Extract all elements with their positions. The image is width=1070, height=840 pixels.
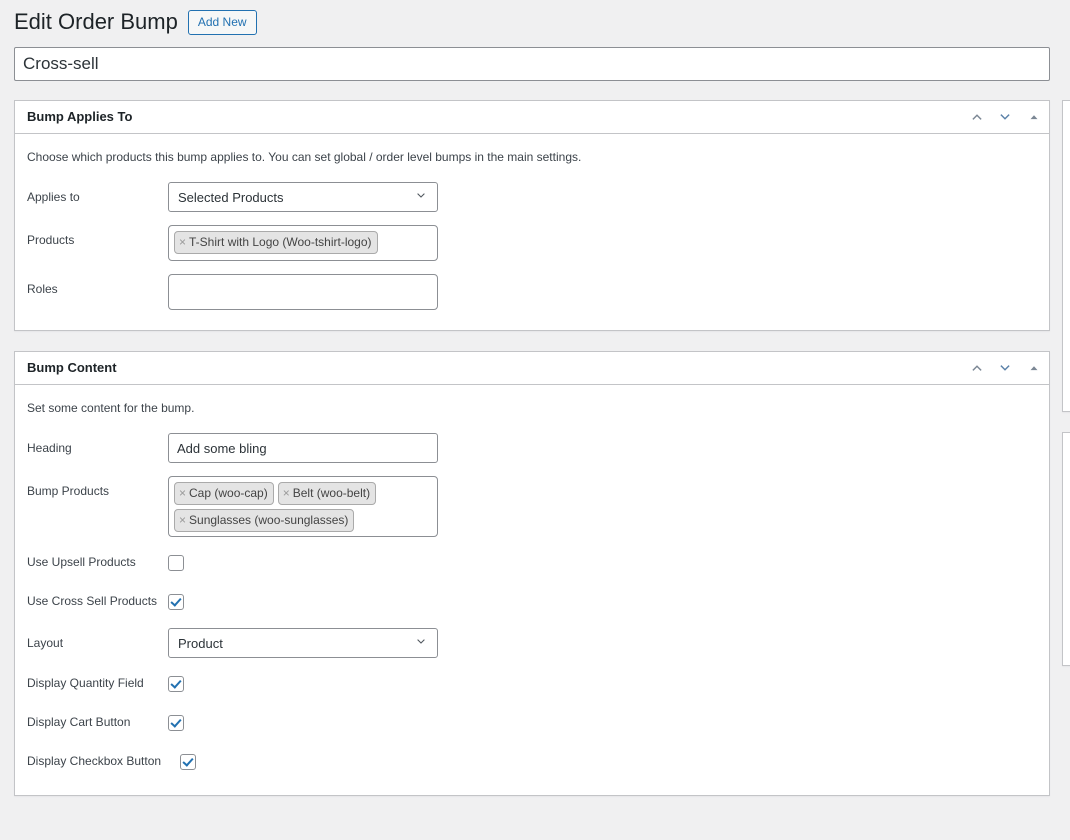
panel-description: Choose which products this bump applies …: [27, 150, 582, 164]
field-label-applies-to: Applies to: [27, 190, 80, 204]
token-remove-icon[interactable]: ×: [283, 487, 290, 499]
field-control-display-checkbox-button: [180, 749, 1037, 775]
bump-products-token-input[interactable]: × Cap (woo-cap) × Belt (woo-belt) × Sunglasse…: [168, 476, 438, 537]
panel-header-actions: [963, 101, 1049, 133]
field-control-use-cross-sell-products: [168, 589, 1037, 615]
field-control-heading: [168, 433, 1037, 463]
move-up-icon[interactable]: [963, 353, 991, 383]
panel-body-bump-applies-to: Choose which products this bump applies …: [15, 134, 1049, 330]
field-label-bump-products: Bump Products: [27, 484, 110, 498]
token-chip[interactable]: × Sunglasses (woo-sunglasses): [174, 509, 355, 532]
token-chip[interactable]: × T-Shirt with Logo (Woo-tshirt-logo): [174, 231, 378, 254]
main-column: Bump Applies To Choose which products th…: [14, 100, 1050, 816]
field-label-use-cross-sell-products: Use Cross Sell Products: [27, 594, 158, 608]
field-label-display-quantity-field: Display Quantity Field: [27, 676, 144, 690]
field-label-roles: Roles: [27, 282, 58, 296]
panel-bump-content: Bump Content Set some content for the bu…: [14, 351, 1050, 796]
panel-body-bump-content: Set some content for the bump. Heading B…: [15, 385, 1049, 795]
move-down-icon[interactable]: [991, 353, 1019, 383]
field-label-display-cart-button: Display Cart Button: [27, 715, 131, 729]
move-down-icon[interactable]: [991, 102, 1019, 132]
field-control-bump-products: × Cap (woo-cap) × Belt (woo-belt) × Sunglasse…: [168, 476, 1037, 537]
field-row-display-quantity-field: Display Quantity Field: [27, 671, 1037, 697]
token-remove-icon[interactable]: ×: [179, 236, 186, 248]
roles-token-input[interactable]: [168, 274, 438, 310]
field-row-use-cross-sell-products: Use Cross Sell Products: [27, 589, 1037, 615]
field-label-layout: Layout: [27, 636, 64, 650]
chevron-down-icon: [414, 189, 428, 206]
field-control-applies-to: Selected Products: [168, 182, 1037, 212]
page-header: Edit Order Bump Add New: [0, 0, 1070, 35]
heading-input[interactable]: [168, 433, 438, 463]
field-row-layout: Layout Product: [27, 628, 1037, 658]
panel-title: Bump Content: [27, 359, 117, 375]
field-control-products: × T-Shirt with Logo (Woo-tshirt-logo): [168, 225, 1037, 261]
panel-description: Set some content for the bump.: [27, 401, 195, 415]
field-row-roles: Roles: [27, 274, 1037, 310]
title-field-wrapper: [0, 34, 1070, 81]
toggle-panel-icon[interactable]: [1019, 353, 1049, 383]
field-label-products: Products: [27, 233, 75, 247]
field-row-bump-products: Bump Products × Cap (woo-cap) × Belt (woo-b…: [27, 476, 1037, 537]
field-control-display-quantity-field: [168, 671, 1037, 697]
field-row-display-cart-button: Display Cart Button: [27, 710, 1037, 736]
field-control-layout: Product: [168, 628, 1037, 658]
panel-header-actions: [963, 352, 1049, 384]
field-row-applies-to: Applies to Selected Products: [27, 182, 1037, 212]
use-cross-sell-products-checkbox[interactable]: [168, 594, 184, 610]
field-label-use-upsell-products: Use Upsell Products: [27, 555, 136, 569]
token-label: Cap (woo-cap): [189, 486, 268, 500]
panel-header-bump-content[interactable]: Bump Content: [15, 352, 1049, 385]
field-row-products: Products × T-Shirt with Logo (Woo-tshirt-…: [27, 225, 1037, 261]
page-title: Edit Order Bump: [14, 9, 178, 35]
token-label: Belt (woo-belt): [292, 486, 371, 500]
field-label-heading: Heading: [27, 441, 72, 455]
token-remove-icon[interactable]: ×: [179, 514, 186, 526]
layout-select[interactable]: Product: [168, 628, 438, 658]
field-label-display-checkbox-button: Display Checkbox Button: [27, 754, 162, 768]
add-new-button[interactable]: Add New: [187, 10, 257, 35]
display-cart-button-checkbox[interactable]: [168, 715, 184, 731]
panel-bump-applies-to: Bump Applies To Choose which products th…: [14, 100, 1050, 331]
use-upsell-products-checkbox[interactable]: [168, 555, 184, 571]
token-chip[interactable]: × Cap (woo-cap): [174, 482, 274, 505]
field-list-bump-applies-to: Applies to Selected Products Products × …: [15, 166, 1049, 330]
field-control-roles: [168, 274, 1037, 310]
token-label: Sunglasses (woo-sunglasses): [189, 513, 349, 527]
field-row-heading: Heading: [27, 433, 1037, 463]
token-chip[interactable]: × Belt (woo-belt): [277, 482, 377, 505]
field-control-display-cart-button: [168, 710, 1037, 736]
layout-value: Product: [178, 635, 223, 651]
field-list-bump-content: Heading Bump Products ×Cap (woo-cap)×Bel…: [15, 417, 1049, 795]
applies-to-select[interactable]: Selected Products: [168, 182, 438, 212]
display-quantity-field-checkbox[interactable]: [168, 676, 184, 692]
field-control-use-upsell-products: [168, 550, 1037, 576]
panel-title: Bump Applies To: [27, 108, 133, 124]
chevron-down-icon: [414, 635, 428, 652]
editor-columns: Bump Applies To Choose which products th…: [0, 81, 1070, 816]
field-row-use-upsell-products: Use Upsell Products: [27, 550, 1037, 576]
token-remove-icon[interactable]: ×: [179, 487, 186, 499]
token-label: T-Shirt with Logo (Woo-tshirt-logo): [189, 235, 372, 249]
sidebar-column: [1062, 100, 1070, 686]
post-title-input[interactable]: [14, 47, 1050, 81]
display-checkbox-button-checkbox[interactable]: [180, 754, 196, 770]
toggle-panel-icon[interactable]: [1019, 102, 1049, 132]
products-token-input[interactable]: × T-Shirt with Logo (Woo-tshirt-logo): [168, 225, 438, 261]
field-row-display-checkbox-button: Display Checkbox Button: [27, 749, 1037, 775]
applies-to-value: Selected Products: [178, 189, 284, 205]
panel-header-bump-applies-to[interactable]: Bump Applies To: [15, 101, 1049, 134]
sidebar-panel-secondary: [1062, 432, 1070, 666]
sidebar-panel-primary: [1062, 100, 1070, 412]
move-up-icon[interactable]: [963, 102, 991, 132]
